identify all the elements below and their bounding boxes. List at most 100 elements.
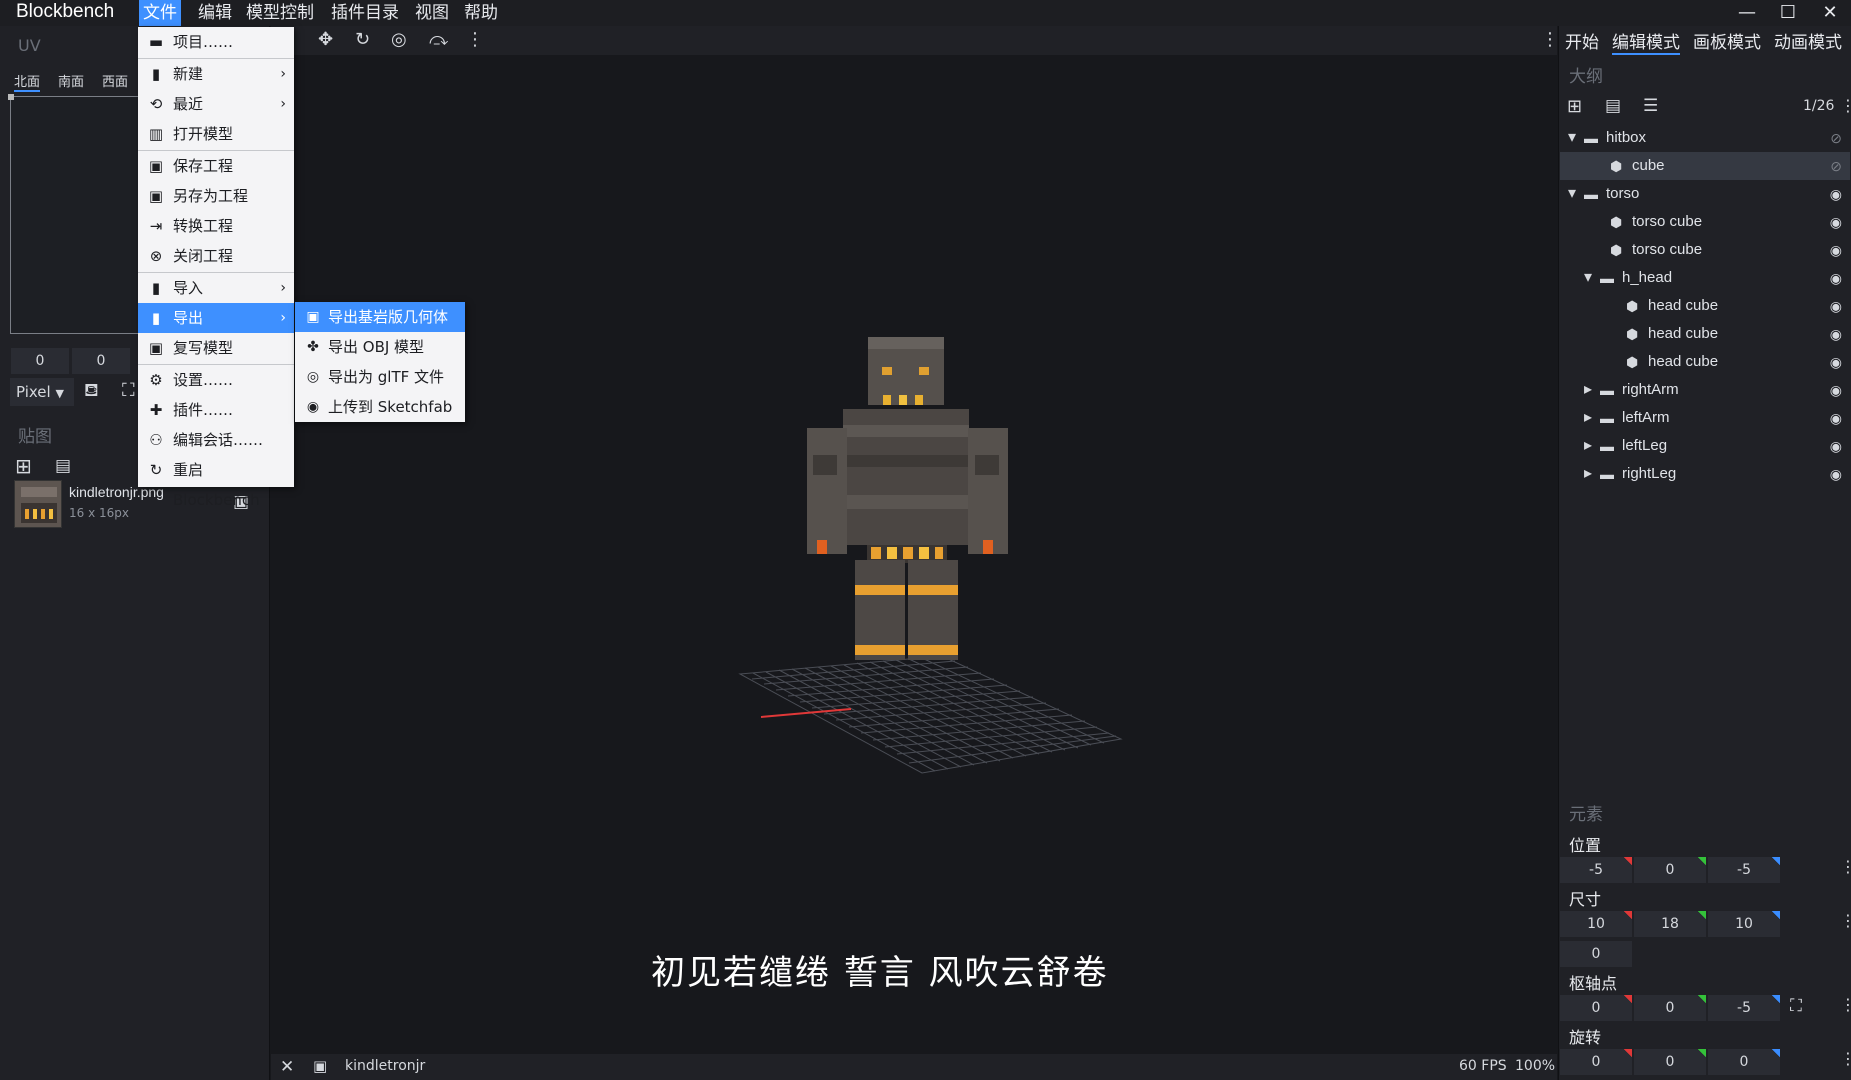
rotation-x-input[interactable]: 0	[1560, 1049, 1632, 1075]
texture-thumbnail[interactable]	[14, 480, 62, 528]
rotation-z-input[interactable]: 0	[1708, 1049, 1780, 1075]
viewport-menu-icon[interactable]: ⋮	[1541, 29, 1559, 50]
file-menu-item[interactable]: ▣ 复写模型	[138, 333, 294, 363]
import-texture-icon[interactable]: ▤	[55, 456, 71, 476]
file-menu-item[interactable]: ▥ 打开模型	[138, 119, 294, 149]
file-menu-item[interactable]: ▣ 保存工程	[138, 151, 294, 181]
uv-editor-canvas[interactable]	[10, 96, 145, 334]
export-menu-item[interactable]: ▣ 导出基岩版几何体	[295, 302, 465, 332]
eye-icon[interactable]: ◉	[1830, 432, 1842, 460]
menu-help[interactable]: 帮助	[460, 0, 502, 26]
chevron-right-icon[interactable]: ▸	[1584, 404, 1592, 432]
more-tools-icon[interactable]: ⋮	[466, 29, 484, 50]
face-tab-south[interactable]: 南面	[58, 71, 84, 90]
eye-icon[interactable]: ◉	[1830, 292, 1842, 320]
position-x-input[interactable]: -5	[1560, 857, 1632, 883]
export-menu-item[interactable]: ◎ 导出为 glTF 文件	[295, 362, 465, 392]
file-menu-item[interactable]: ▮ 导入 ›	[138, 273, 294, 303]
menu-plugins[interactable]: 插件目录	[327, 0, 403, 26]
outliner-row[interactable]: ⬢ head cube ◉	[1560, 320, 1850, 348]
close-window-button[interactable]: ✕	[1810, 0, 1850, 26]
minimize-button[interactable]: —	[1727, 0, 1767, 26]
chevron-down-icon[interactable]: ▾	[1568, 124, 1576, 152]
chevron-down-icon[interactable]: ▾	[1568, 180, 1576, 208]
add-texture-icon[interactable]: ⊞	[15, 454, 32, 478]
mode-tab-paint[interactable]: 画板模式	[1693, 28, 1761, 53]
eye-icon[interactable]: ◉	[1830, 208, 1842, 236]
menu-view[interactable]: 视图	[411, 0, 453, 26]
size-z-input[interactable]: 10	[1708, 911, 1780, 937]
position-z-input[interactable]: -5	[1708, 857, 1780, 883]
file-menu-item[interactable]: ⟲ 最近 ›	[138, 89, 294, 119]
export-menu-item[interactable]: ◉ 上传到 Sketchfab	[295, 392, 465, 422]
file-menu-item[interactable]: ▬ 项目……	[138, 27, 294, 57]
mode-tab-edit[interactable]: 编辑模式	[1612, 28, 1680, 55]
center-pivot-icon[interactable]: ⛶	[1790, 996, 1802, 1016]
file-menu-item[interactable]: ⊗ 关闭工程	[138, 241, 294, 271]
size-y-input[interactable]: 18	[1634, 911, 1706, 937]
export-menu-item[interactable]: ✤ 导出 OBJ 模型	[295, 332, 465, 362]
pivot-tool-icon[interactable]: ◎	[391, 29, 407, 50]
file-menu-item[interactable]: ⚇ 编辑会话……	[138, 425, 294, 455]
mode-tab-start[interactable]: 开始	[1565, 28, 1599, 53]
menu-edit[interactable]: 编辑	[194, 0, 236, 26]
face-tab-west[interactable]: 西面	[102, 71, 128, 90]
chevron-right-icon[interactable]: ▸	[1584, 460, 1592, 488]
outliner-row[interactable]: ▾ ▬ h_head ◉	[1560, 264, 1850, 292]
file-menu-item[interactable]: ▮ 导出 ›	[138, 303, 294, 333]
outliner-row[interactable]: ⬢ head cube ◉	[1560, 348, 1850, 376]
outliner-row[interactable]: ▸ ▬ leftLeg ◉	[1560, 432, 1850, 460]
add-cube-icon[interactable]: ⊞	[1567, 96, 1582, 117]
chevron-down-icon[interactable]: ▾	[1584, 264, 1592, 292]
eye-icon[interactable]: ◉	[1830, 236, 1842, 264]
pivot-menu-icon[interactable]: ⋮	[1840, 995, 1851, 1014]
outliner-row[interactable]: ▸ ▬ rightLeg ◉	[1560, 460, 1850, 488]
rotation-y-input[interactable]: 0	[1634, 1049, 1706, 1075]
rotation-menu-icon[interactable]: ⋮	[1840, 1049, 1851, 1068]
eye-icon[interactable]: ◉	[1830, 348, 1842, 376]
size-menu-icon[interactable]: ⋮	[1840, 911, 1851, 930]
eye-icon[interactable]: ◉	[1830, 460, 1842, 488]
eye-icon[interactable]: ◉	[1830, 320, 1842, 348]
eye-off-icon[interactable]: ⊘	[1830, 152, 1842, 180]
outliner-row[interactable]: ▸ ▬ rightArm ◉	[1560, 376, 1850, 404]
pivot-z-input[interactable]: -5	[1708, 995, 1780, 1021]
maximize-button[interactable]: ☐	[1768, 0, 1808, 26]
menu-file[interactable]: 文件	[139, 0, 181, 26]
chevron-right-icon[interactable]: ▸	[1584, 432, 1592, 460]
outliner-row[interactable]: ⬢ cube ⊘	[1560, 152, 1850, 180]
paint-bucket-icon[interactable]: ⛾	[84, 380, 99, 404]
file-menu-item[interactable]: ⇥ 转换工程	[138, 211, 294, 241]
eye-icon[interactable]: ◉	[1830, 264, 1842, 292]
pivot-y-input[interactable]: 0	[1634, 995, 1706, 1021]
outliner-menu-icon[interactable]: ⋮	[1840, 96, 1851, 115]
pivot-x-input[interactable]: 0	[1560, 995, 1632, 1021]
move-tool-icon[interactable]: ✥	[318, 29, 333, 50]
vertex-snap-icon[interactable]: ⤼	[429, 29, 448, 50]
inflate-input[interactable]: 0	[1560, 941, 1632, 967]
close-tab-icon[interactable]: ✕	[280, 1057, 294, 1077]
file-menu-item[interactable]: ▣ 另存为工程	[138, 181, 294, 211]
uv-mode-select[interactable]: Pixel ▼	[10, 378, 74, 406]
outliner-row[interactable]: ▸ ▬ leftArm ◉	[1560, 404, 1850, 432]
outliner-row[interactable]: ⬢ torso cube ◉	[1560, 236, 1850, 264]
uv-resize-handle[interactable]	[8, 94, 14, 100]
chevron-right-icon[interactable]: ▸	[1584, 376, 1592, 404]
face-tab-north[interactable]: 北面	[14, 71, 41, 92]
mode-tab-animate[interactable]: 动画模式	[1774, 28, 1842, 53]
eye-off-icon[interactable]: ⊘	[1830, 124, 1842, 152]
file-menu-item[interactable]: ✚ 插件……	[138, 395, 294, 425]
add-group-icon[interactable]: ▤	[1605, 96, 1621, 116]
3d-viewport[interactable]	[271, 55, 1557, 1055]
outliner-row[interactable]: ▾ ▬ hitbox ⊘	[1560, 124, 1850, 152]
eye-icon[interactable]: ◉	[1830, 404, 1842, 432]
file-menu-item[interactable]: ▮ 新建 ›	[138, 59, 294, 89]
file-menu-item[interactable]: ⚙ 设置……	[138, 365, 294, 395]
eye-icon[interactable]: ◉	[1830, 376, 1842, 404]
outliner-row[interactable]: ⬢ head cube ◉	[1560, 292, 1850, 320]
rotate-tool-icon[interactable]: ↻	[355, 29, 370, 50]
uv-x-input[interactable]: 0	[11, 348, 69, 374]
outliner-row[interactable]: ⬢ torso cube ◉	[1560, 208, 1850, 236]
collapse-all-icon[interactable]: ☰	[1643, 96, 1658, 116]
position-menu-icon[interactable]: ⋮	[1840, 857, 1851, 876]
